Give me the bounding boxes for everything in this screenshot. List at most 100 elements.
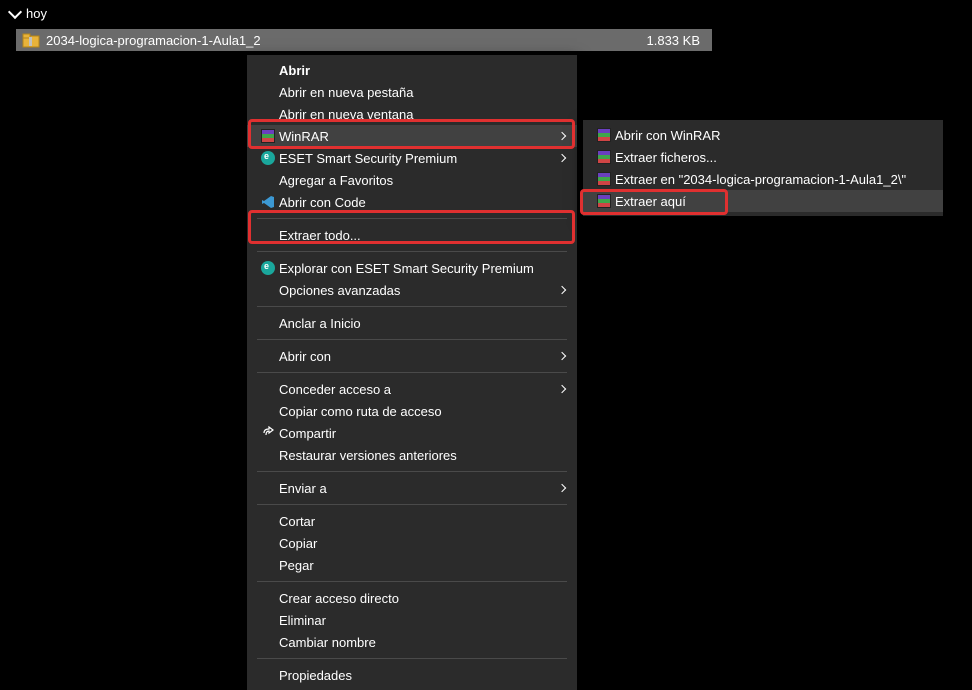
file-name: 2034-logica-programacion-1-Aula1_2 [46, 33, 306, 48]
menu-create-shortcut[interactable]: Crear acceso directo [247, 587, 577, 609]
blank-icon [257, 62, 279, 78]
menu-separator [257, 504, 567, 505]
blank-icon [257, 513, 279, 529]
zip-icon [22, 32, 40, 48]
menu-separator [257, 339, 567, 340]
submenu-extract-here[interactable]: Extraer aquí [583, 190, 943, 212]
submenu-arrow-icon [558, 286, 566, 294]
blank-icon [257, 381, 279, 397]
blank-icon [257, 403, 279, 419]
menu-grant-access[interactable]: Conceder acceso a [247, 378, 577, 400]
menu-create-shortcut-label: Crear acceso directo [279, 591, 565, 606]
winrar-icon [593, 149, 615, 165]
submenu-extract-here-label: Extraer aquí [615, 194, 931, 209]
menu-separator [257, 658, 567, 659]
menu-share[interactable]: Compartir [247, 422, 577, 444]
chevron-down-icon [8, 5, 22, 19]
blank-icon [257, 557, 279, 573]
menu-advanced-options[interactable]: Opciones avanzadas [247, 279, 577, 301]
menu-open-with-code-label: Abrir con Code [279, 195, 565, 210]
menu-delete-label: Eliminar [279, 613, 565, 628]
menu-open-label: Abrir [279, 63, 565, 78]
submenu-extract-files-label: Extraer ficheros... [615, 150, 931, 165]
menu-cut-label: Cortar [279, 514, 565, 529]
menu-eset-smart-label: ESET Smart Security Premium [279, 151, 559, 166]
menu-delete[interactable]: Eliminar [247, 609, 577, 631]
submenu-extract-files[interactable]: Extraer ficheros... [583, 146, 943, 168]
menu-paste[interactable]: Pegar [247, 554, 577, 576]
blank-icon [257, 667, 279, 683]
winrar-icon [593, 193, 615, 209]
menu-separator [257, 581, 567, 582]
menu-rename[interactable]: Cambiar nombre [247, 631, 577, 653]
menu-cut[interactable]: Cortar [247, 510, 577, 532]
menu-eset-smart[interactable]: ESET Smart Security Premium [247, 147, 577, 169]
submenu-open-winrar[interactable]: Abrir con WinRAR [583, 124, 943, 146]
winrar-submenu: Abrir con WinRAR Extraer ficheros... Ext… [583, 120, 943, 216]
menu-open-new-tab[interactable]: Abrir en nueva pestaña [247, 81, 577, 103]
menu-open-with-code[interactable]: Abrir con Code [247, 191, 577, 213]
menu-grant-access-label: Conceder acceso a [279, 382, 559, 397]
blank-icon [257, 612, 279, 628]
blank-icon [257, 106, 279, 122]
menu-open-new-window-label: Abrir en nueva ventana [279, 107, 565, 122]
menu-scan-eset[interactable]: Explorar con ESET Smart Security Premium [247, 257, 577, 279]
eset-icon [257, 150, 279, 166]
blank-icon [257, 590, 279, 606]
menu-send-to[interactable]: Enviar a [247, 477, 577, 499]
blank-icon [257, 634, 279, 650]
blank-icon [257, 282, 279, 298]
menu-separator [257, 306, 567, 307]
winrar-icon [593, 127, 615, 143]
submenu-extract-to-folder[interactable]: Extraer en "2034-logica-programacion-1-A… [583, 168, 943, 190]
menu-properties-label: Propiedades [279, 668, 565, 683]
submenu-arrow-icon [558, 385, 566, 393]
group-header[interactable]: hoy [0, 0, 972, 27]
blank-icon [257, 348, 279, 364]
menu-copy-path[interactable]: Copiar como ruta de acceso [247, 400, 577, 422]
menu-copy-label: Copiar [279, 536, 565, 551]
blank-icon [257, 315, 279, 331]
winrar-icon [257, 128, 279, 144]
blank-icon [257, 447, 279, 463]
menu-rename-label: Cambiar nombre [279, 635, 565, 650]
menu-restore-versions[interactable]: Restaurar versiones anteriores [247, 444, 577, 466]
menu-add-favorites-label: Agregar a Favoritos [279, 173, 565, 188]
blank-icon [257, 84, 279, 100]
eset-icon [257, 260, 279, 276]
file-row[interactable]: 2034-logica-programacion-1-Aula1_2 1.833… [16, 29, 712, 51]
blank-icon [257, 172, 279, 188]
menu-extract-all-label: Extraer todo... [279, 228, 565, 243]
menu-scan-eset-label: Explorar con ESET Smart Security Premium [279, 261, 565, 276]
menu-share-label: Compartir [279, 426, 565, 441]
menu-winrar[interactable]: WinRAR [247, 125, 577, 147]
menu-separator [257, 372, 567, 373]
menu-paste-label: Pegar [279, 558, 565, 573]
vscode-icon [257, 194, 279, 210]
menu-copy[interactable]: Copiar [247, 532, 577, 554]
menu-advanced-options-label: Opciones avanzadas [279, 283, 559, 298]
menu-copy-path-label: Copiar como ruta de acceso [279, 404, 565, 419]
menu-extract-all[interactable]: Extraer todo... [247, 224, 577, 246]
menu-open-new-tab-label: Abrir en nueva pestaña [279, 85, 565, 100]
menu-separator [257, 218, 567, 219]
menu-open-with[interactable]: Abrir con [247, 345, 577, 367]
menu-open-new-window[interactable]: Abrir en nueva ventana [247, 103, 577, 125]
submenu-arrow-icon [558, 352, 566, 360]
menu-add-favorites[interactable]: Agregar a Favoritos [247, 169, 577, 191]
winrar-icon [593, 171, 615, 187]
blank-icon [257, 535, 279, 551]
submenu-open-winrar-label: Abrir con WinRAR [615, 128, 931, 143]
group-label: hoy [26, 6, 47, 21]
submenu-arrow-icon [558, 484, 566, 492]
file-size: 1.833 KB [647, 33, 713, 48]
submenu-extract-to-folder-label: Extraer en "2034-logica-programacion-1-A… [615, 172, 931, 187]
menu-send-to-label: Enviar a [279, 481, 559, 496]
submenu-arrow-icon [558, 154, 566, 162]
menu-pin-start[interactable]: Anclar a Inicio [247, 312, 577, 334]
menu-restore-versions-label: Restaurar versiones anteriores [279, 448, 565, 463]
submenu-arrow-icon [558, 132, 566, 140]
menu-separator [257, 471, 567, 472]
menu-separator [257, 251, 567, 252]
menu-open[interactable]: Abrir [247, 59, 577, 81]
